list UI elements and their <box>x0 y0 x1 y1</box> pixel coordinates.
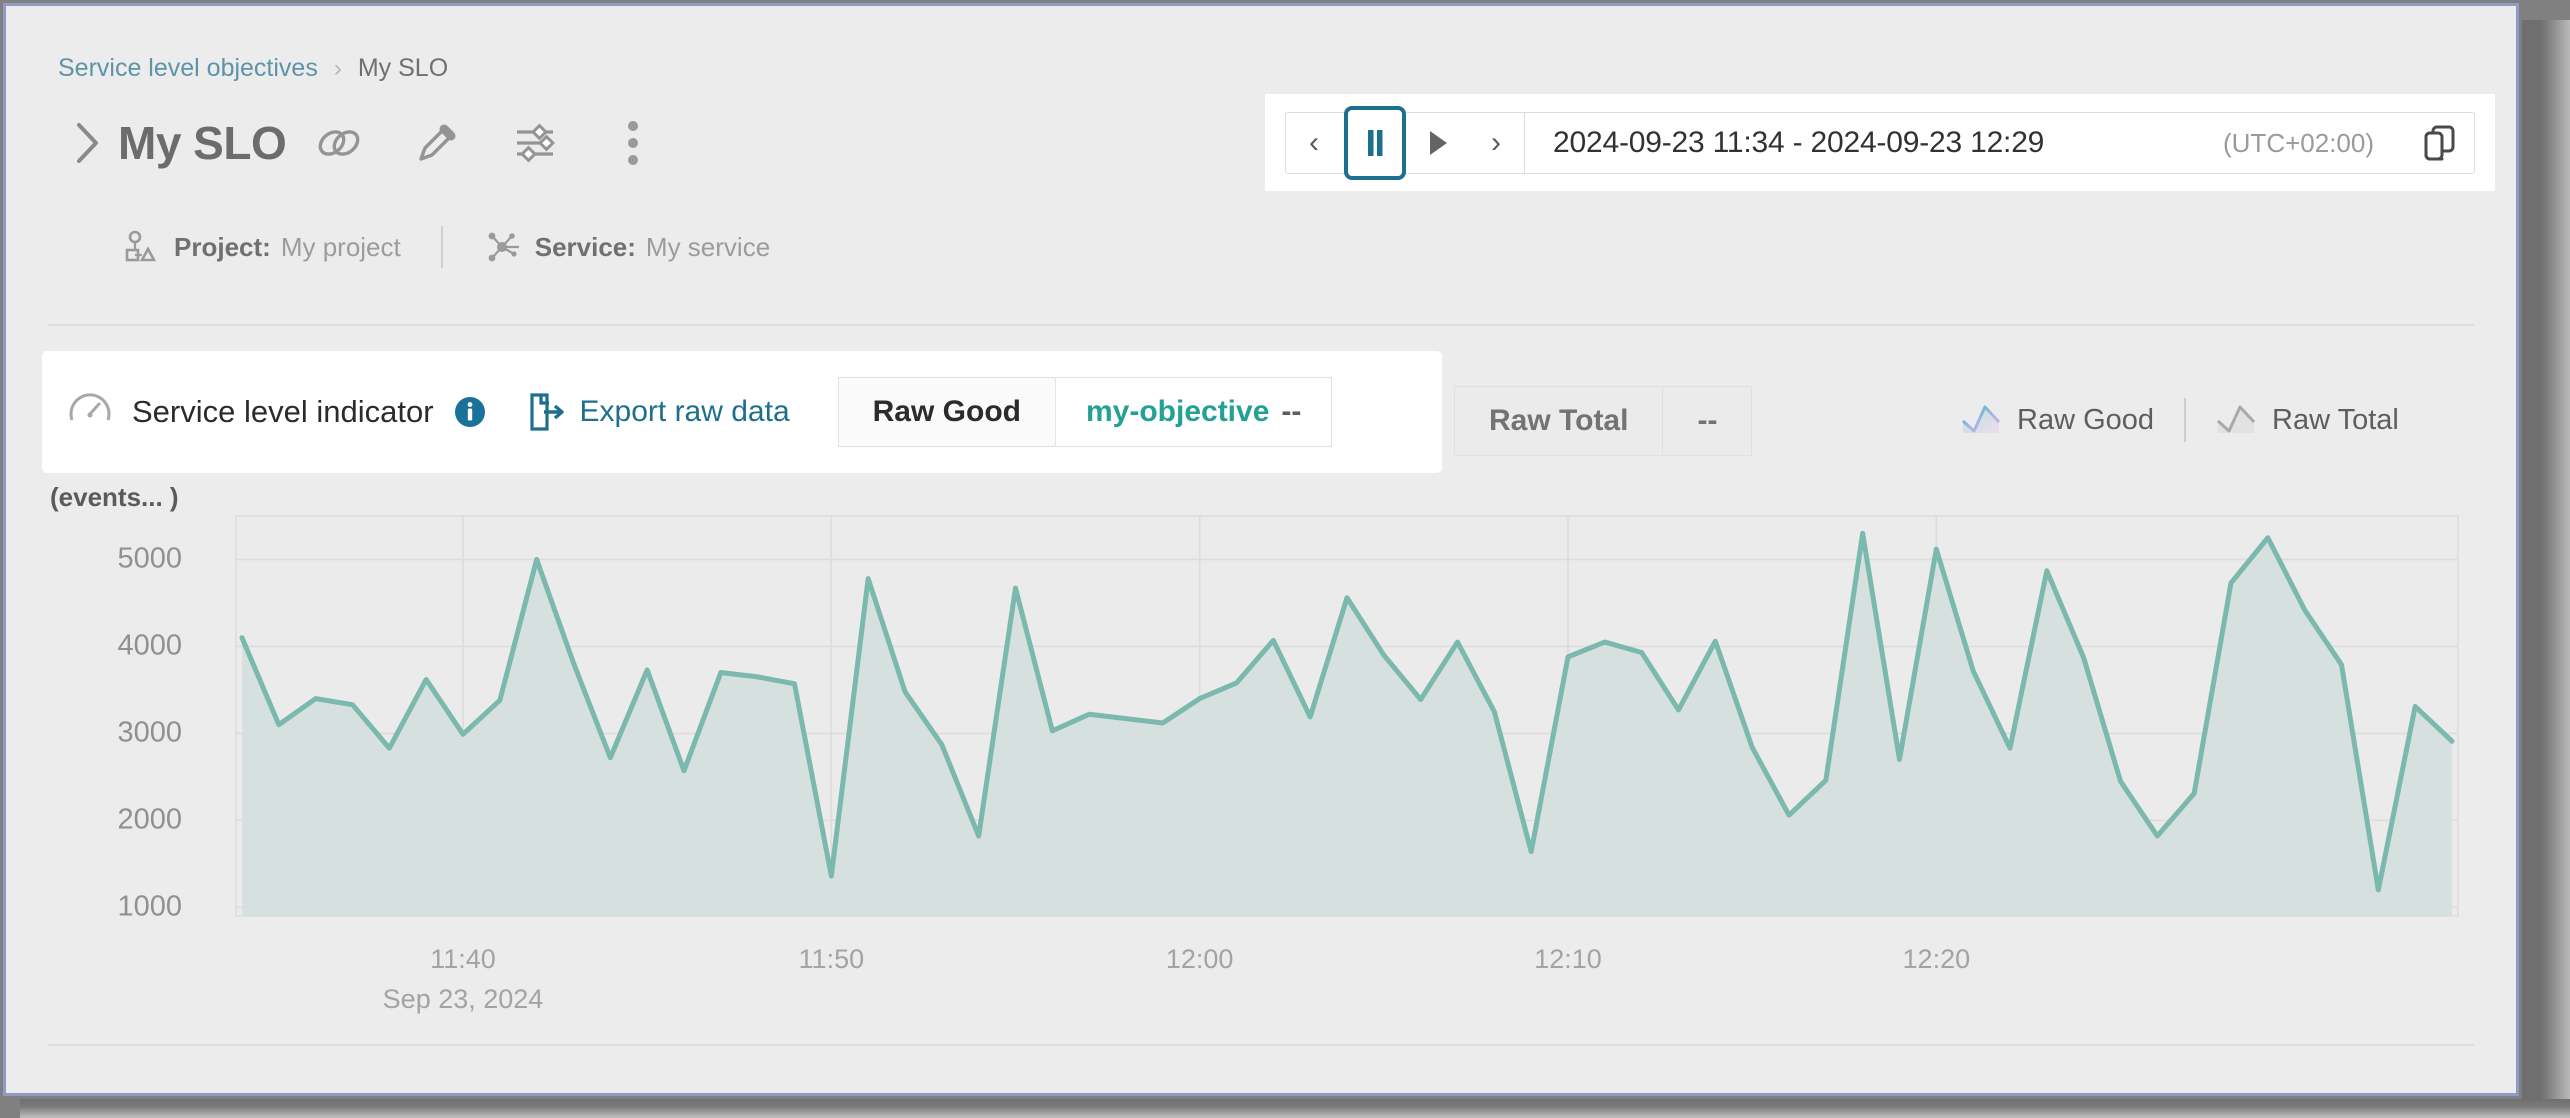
timezone-label: (UTC+02:00) <box>2223 127 2374 158</box>
raw-total-tab[interactable]: Raw Total <box>1455 387 1664 455</box>
page-header: My SLO <box>66 116 660 170</box>
legend-label: Raw Total <box>2272 403 2399 436</box>
x-axis-tick: 11:40 <box>430 944 496 974</box>
y-axis-tick: 4000 <box>117 629 182 662</box>
y-axis-tick: 5000 <box>117 542 182 575</box>
timeframe-range-text[interactable]: 2024-09-23 11:34 - 2024-09-23 12:29 <box>1525 126 2223 160</box>
y-axis-tick: 3000 <box>117 716 182 749</box>
sli-toolbar-card: Service level indicator Export raw data … <box>42 351 1442 473</box>
link-icon[interactable] <box>312 116 366 170</box>
chevron-right-icon[interactable] <box>66 118 110 168</box>
chart-svg <box>235 515 2459 917</box>
x-axis-tick: 12:00 <box>1165 944 1234 974</box>
export-icon[interactable] <box>528 393 564 431</box>
page-title: My SLO <box>118 117 287 169</box>
service-label: Service: <box>534 231 636 262</box>
play-button[interactable] <box>1408 113 1468 173</box>
legend-divider <box>2184 398 2187 442</box>
card-bottom-divider <box>48 1044 2474 1046</box>
raw-good-tab[interactable]: Raw Good <box>838 378 1056 446</box>
window-shadow-bottom <box>20 1099 2570 1118</box>
x-axis-labels: 11:40 11:50 12:00 12:10 12:20 Sep 23, 2024 <box>42 918 2462 1048</box>
service-value: My service <box>645 231 771 262</box>
sliders-icon[interactable] <box>508 116 562 170</box>
raw-total-value: -- <box>1697 404 1718 437</box>
meta-divider <box>440 226 443 268</box>
breadcrumb-current: My SLO <box>357 54 449 82</box>
project-value: My project <box>280 231 401 262</box>
breadcrumb-separator-icon: › <box>333 54 342 82</box>
sli-area-chart[interactable]: 1000 2000 3000 4000 5000 <box>42 506 2462 926</box>
window-shadow-right <box>2522 20 2570 1118</box>
x-axis-tick: 11:50 <box>798 944 865 974</box>
area-chart-icon-color <box>1961 401 2001 440</box>
next-timeframe-button[interactable]: › <box>1468 113 1524 173</box>
entity-meta: Project: My project Service: My service <box>122 226 770 268</box>
breadcrumb: Service level objectives › My SLO <box>58 54 448 83</box>
timeframe-selector: ‹ › 2024-09-23 11:34 - 2024-09-23 12:29 … <box>1265 94 2495 191</box>
x-axis-tick: 12:20 <box>1902 944 1971 974</box>
legend-item-raw-good[interactable]: Raw Good <box>1961 401 2154 440</box>
project-label: Project: <box>174 231 271 262</box>
kebab-menu-icon[interactable] <box>606 116 660 170</box>
previous-timeframe-button[interactable]: ‹ <box>1286 113 1342 173</box>
y-axis-tick: 2000 <box>117 803 182 836</box>
legend-label: Raw Good <box>2017 403 2155 436</box>
info-icon[interactable] <box>454 396 486 428</box>
copy-icon[interactable] <box>2404 123 2474 163</box>
x-axis-date-label: Sep 23, 2024 <box>382 984 544 1014</box>
objective-tab[interactable]: my-objective -- <box>1055 378 1332 446</box>
raw-total-segment: Raw Total -- <box>1454 386 1753 456</box>
objective-name: my-objective <box>1085 395 1270 428</box>
area-chart-icon-gray <box>2216 401 2256 440</box>
objective-value: -- <box>1281 395 1302 428</box>
app-window: Service level objectives › My SLO My SLO <box>3 3 2519 1096</box>
project-icon <box>122 228 160 266</box>
pencil-icon[interactable] <box>410 116 464 170</box>
pause-button[interactable] <box>1344 106 1406 180</box>
export-raw-data-button[interactable]: Export raw data <box>580 395 790 429</box>
breadcrumb-root-link[interactable]: Service level objectives <box>58 54 318 83</box>
service-icon <box>483 228 521 266</box>
chart-legend: Raw Good Raw Total <box>1961 388 2399 452</box>
x-axis-tick: 12:10 <box>1534 944 1602 974</box>
sli-title: Service level indicator <box>132 394 434 429</box>
header-divider <box>48 324 2474 326</box>
gauge-icon <box>68 390 112 434</box>
legend-item-raw-total[interactable]: Raw Total <box>2216 401 2399 440</box>
raw-good-segment: Raw Good my-objective -- <box>837 377 1333 447</box>
